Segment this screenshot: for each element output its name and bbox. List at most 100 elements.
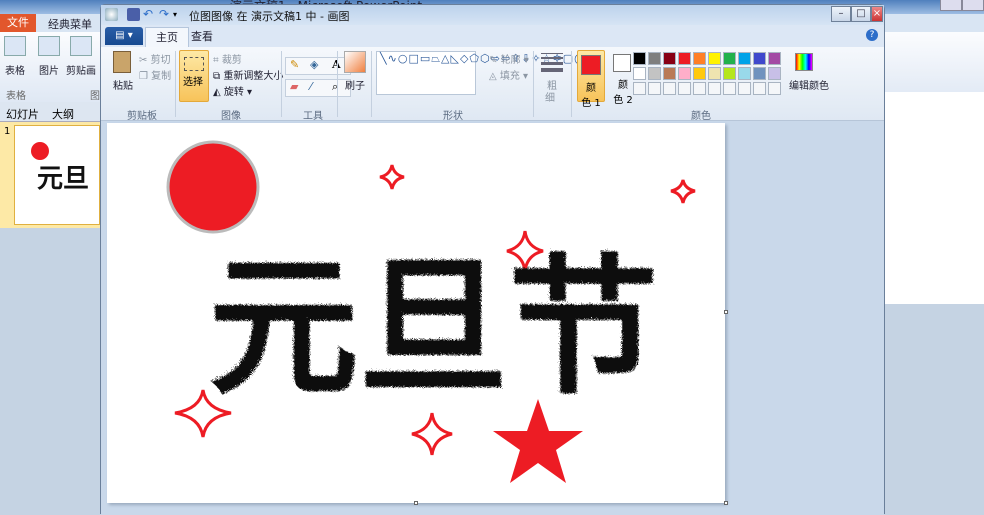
color-swatch[interactable] — [693, 67, 706, 80]
paste-icon[interactable] — [113, 51, 131, 73]
cut-button[interactable]: ✂ 剪切 — [139, 51, 171, 66]
color1-label-2: 色 1 — [581, 98, 601, 109]
copy-button[interactable]: ❐ 复制 — [139, 67, 171, 82]
thumb-text: 元旦 — [37, 164, 90, 194]
maximize-button[interactable]: □ — [851, 6, 871, 22]
resize-label: 重新调整大小 — [223, 71, 284, 82]
slides-tab[interactable]: 幻灯片 — [6, 106, 39, 122]
file-tab[interactable]: 文件 — [0, 14, 36, 32]
sparkle-star — [670, 179, 696, 204]
tab-view[interactable]: 查看 — [181, 27, 223, 47]
redo-icon[interactable]: ↷ — [159, 8, 172, 21]
slide-pane-tabs: 幻灯片 大纲 — [0, 102, 100, 122]
drawing-canvas[interactable]: 元旦节 — [107, 123, 728, 505]
picture-icon — [38, 36, 60, 56]
eraser-icon[interactable]: ▰ — [290, 80, 298, 93]
clipart-button[interactable]: 剪贴画 — [66, 36, 96, 77]
red-circle — [166, 140, 260, 234]
pencil-icon[interactable]: ✎ — [290, 58, 299, 71]
canvas-area: 元旦节 — [101, 122, 884, 515]
close-button[interactable]: × — [871, 6, 883, 22]
tools-row-1: ✎ ◈ A — [285, 57, 351, 75]
color1-button[interactable]: 颜 色 1 — [577, 50, 605, 109]
separator — [371, 51, 372, 117]
custom-color-slot[interactable] — [753, 82, 766, 95]
separator — [571, 51, 572, 117]
slide-number: 1 — [4, 126, 11, 137]
custom-color-slot[interactable] — [723, 82, 736, 95]
edit-colors-icon[interactable] — [795, 53, 813, 71]
outline-button[interactable]: ✎ 轮廓 ▾ — [489, 51, 529, 66]
custom-color-slot[interactable] — [633, 82, 646, 95]
minimize-button[interactable]: – — [831, 6, 851, 22]
custom-color-slot[interactable] — [738, 82, 751, 95]
clipart-icon — [70, 36, 92, 56]
ppt-close-button[interactable] — [962, 0, 984, 11]
color-swatch[interactable] — [753, 67, 766, 80]
select-button[interactable]: 选择 — [179, 50, 209, 102]
color-swatch[interactable] — [768, 52, 781, 65]
resize-handle-corner[interactable] — [724, 501, 728, 505]
color-swatch[interactable] — [723, 67, 736, 80]
size-icon[interactable] — [541, 53, 563, 72]
undo-icon[interactable]: ↶ — [143, 8, 156, 21]
custom-color-slot[interactable] — [768, 82, 781, 95]
color-swatch[interactable] — [678, 67, 691, 80]
color-swatch[interactable] — [708, 67, 721, 80]
custom-color-slot[interactable] — [693, 82, 706, 95]
custom-color-slot[interactable] — [648, 82, 661, 95]
outline-tab[interactable]: 大纲 — [52, 106, 74, 122]
picture-button[interactable]: 图片 — [38, 36, 60, 77]
sparkle-star — [411, 412, 453, 456]
slide-thumbnail[interactable]: 元旦 — [14, 125, 100, 225]
color-swatch[interactable] — [753, 52, 766, 65]
fill-icon[interactable]: ◈ — [310, 58, 318, 71]
color-swatch[interactable] — [708, 52, 721, 65]
color-swatch[interactable] — [648, 67, 661, 80]
help-icon[interactable]: ? — [866, 29, 878, 41]
resize-handle-right[interactable] — [724, 310, 728, 314]
color-swatch[interactable] — [663, 67, 676, 80]
clipart-label: 剪贴画 — [66, 66, 96, 77]
color-swatch[interactable] — [633, 52, 646, 65]
ppt-restore-button[interactable] — [940, 0, 962, 11]
drawn-text: 元旦节 — [207, 240, 657, 414]
brushes-button[interactable]: 刷子 — [345, 77, 365, 92]
custom-color-slot[interactable] — [708, 82, 721, 95]
table-button[interactable]: 表格 — [4, 36, 26, 77]
classic-menu-tab[interactable]: 经典菜单 — [48, 16, 92, 32]
paint-titlebar: ↶ ↷ ▾ 位图图像 在 演示文稿1 中 - 画图 – □ × — [101, 5, 884, 25]
separator — [533, 51, 534, 117]
fill-button[interactable]: ◬ 填充 ▾ — [489, 67, 528, 82]
shapes-gallery[interactable]: ╲∿○□▭⏢△◺◇⬠⬡⇨⇦⇧⇩✧☆✡▢◯◌ — [376, 51, 597, 95]
group-shapes-label: 形状 — [443, 111, 463, 122]
resize-button[interactable]: ⧉ 重新调整大小 — [213, 67, 283, 82]
color-swatch[interactable] — [723, 52, 736, 65]
color-swatch[interactable] — [693, 52, 706, 65]
customize-qa-icon[interactable]: ▾ — [173, 8, 186, 21]
group-table-label: 表格 — [6, 91, 26, 102]
paste-button[interactable]: 粘贴 — [113, 77, 133, 92]
edit-colors-button[interactable]: 编辑颜色 — [789, 77, 829, 92]
brush-icon[interactable] — [344, 51, 366, 73]
color-swatch[interactable] — [678, 52, 691, 65]
crop-button[interactable]: ⌗ 裁剪 — [213, 51, 242, 66]
color-swatch[interactable] — [663, 52, 676, 65]
slide-editor-area — [884, 92, 984, 304]
color2-swatch — [613, 54, 631, 72]
group-tools-label: 工具 — [303, 111, 323, 122]
size-label-2: 细 — [545, 93, 555, 104]
rotate-button[interactable]: ◭ 旋转 ▾ — [213, 83, 252, 98]
color-picker-icon[interactable]: ⁄ — [310, 80, 312, 93]
resize-handle-bottom[interactable] — [414, 501, 418, 505]
color-swatch[interactable] — [633, 67, 646, 80]
custom-color-slot[interactable] — [663, 82, 676, 95]
color-swatch[interactable] — [738, 52, 751, 65]
save-icon[interactable] — [127, 8, 140, 21]
paint-menu-button[interactable]: ▤ ▾ — [105, 27, 143, 45]
custom-color-slot[interactable] — [678, 82, 691, 95]
fill-label: 填充 — [499, 71, 520, 82]
color-swatch[interactable] — [738, 67, 751, 80]
color-swatch[interactable] — [648, 52, 661, 65]
color-swatch[interactable] — [768, 67, 781, 80]
